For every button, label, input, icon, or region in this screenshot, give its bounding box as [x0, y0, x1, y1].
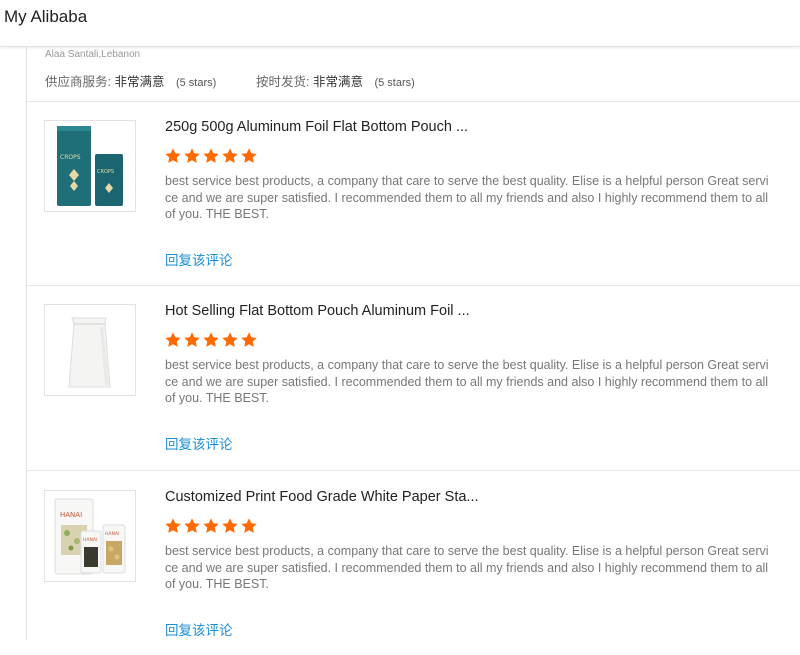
product-title[interactable]: 250g 500g Aluminum Foil Flat Bottom Pouc… [165, 119, 468, 135]
star-rating [164, 147, 259, 165]
star-icon [184, 148, 200, 163]
supplier-service-value: 非常满意 [114, 75, 165, 89]
product-thumbnail[interactable] [44, 304, 136, 396]
review-text: best service best products, a company th… [165, 358, 769, 405]
star-icon [241, 148, 257, 163]
svg-text:HANAI: HANAI [83, 537, 97, 543]
white-pouch-image [68, 317, 111, 388]
star-icon [203, 332, 219, 347]
supplier-service-label: 供应商服务: [45, 75, 111, 89]
svg-text:CROPS: CROPS [60, 154, 81, 161]
svg-text:HANAI: HANAI [60, 511, 82, 519]
star-icon [222, 518, 238, 533]
supplier-service-stars: (5 stars) [175, 77, 217, 89]
reply-link[interactable]: 回复该评论 [165, 433, 233, 453]
star-icon [165, 332, 181, 347]
top-bar: My Alibaba [0, 0, 800, 47]
star-rating [164, 331, 259, 349]
review-item: HANAI HANAI HANAI Customized Print Food … [27, 471, 800, 655]
reviewer-name: Alaa Santali,Lebanon [45, 49, 141, 60]
star-icon [203, 148, 219, 163]
supplier-service-rating: 供应商服务: 非常满意 (5 stars) [45, 71, 216, 90]
on-time-stars: (5 stars) [374, 77, 415, 89]
star-icon [184, 518, 200, 533]
star-icon [241, 518, 257, 533]
app-title[interactable]: My Alibaba [4, 7, 87, 27]
teal-pouch-image: CROPS CROPS [57, 126, 123, 206]
star-icon [241, 332, 257, 347]
product-thumbnail[interactable]: HANAI HANAI HANAI [44, 490, 136, 582]
on-time-label: 按时发货: [256, 75, 310, 89]
reply-link[interactable]: 回复该评论 [165, 619, 233, 639]
svg-text:HANAI: HANAI [105, 531, 119, 537]
on-time-rating: 按时发货: 非常满意 (5 stars) [256, 71, 415, 90]
review-item: CROPS CROPS 250g 500g Aluminum Foil Flat… [27, 101, 800, 285]
review-text: best service best products, a company th… [165, 174, 769, 221]
star-icon [222, 332, 238, 347]
product-title[interactable]: Hot Selling Flat Bottom Pouch Aluminum F… [165, 303, 470, 319]
star-icon [165, 148, 181, 163]
review-text: best service best products, a company th… [165, 544, 769, 591]
star-icon [184, 332, 200, 347]
star-icon [165, 518, 181, 533]
on-time-value: 非常满意 [312, 75, 363, 89]
star-icon [222, 148, 238, 163]
product-thumbnail[interactable]: CROPS CROPS [44, 120, 136, 212]
hanai-pouch-image: HANAI HANAI HANAI [54, 498, 126, 575]
svg-text:CROPS: CROPS [97, 169, 114, 175]
star-icon [203, 518, 219, 533]
star-rating [164, 517, 259, 535]
review-item: Hot Selling Flat Bottom Pouch Aluminum F… [27, 285, 800, 469]
product-title[interactable]: Customized Print Food Grade White Paper … [165, 489, 479, 505]
reply-link[interactable]: 回复该评论 [165, 249, 233, 269]
